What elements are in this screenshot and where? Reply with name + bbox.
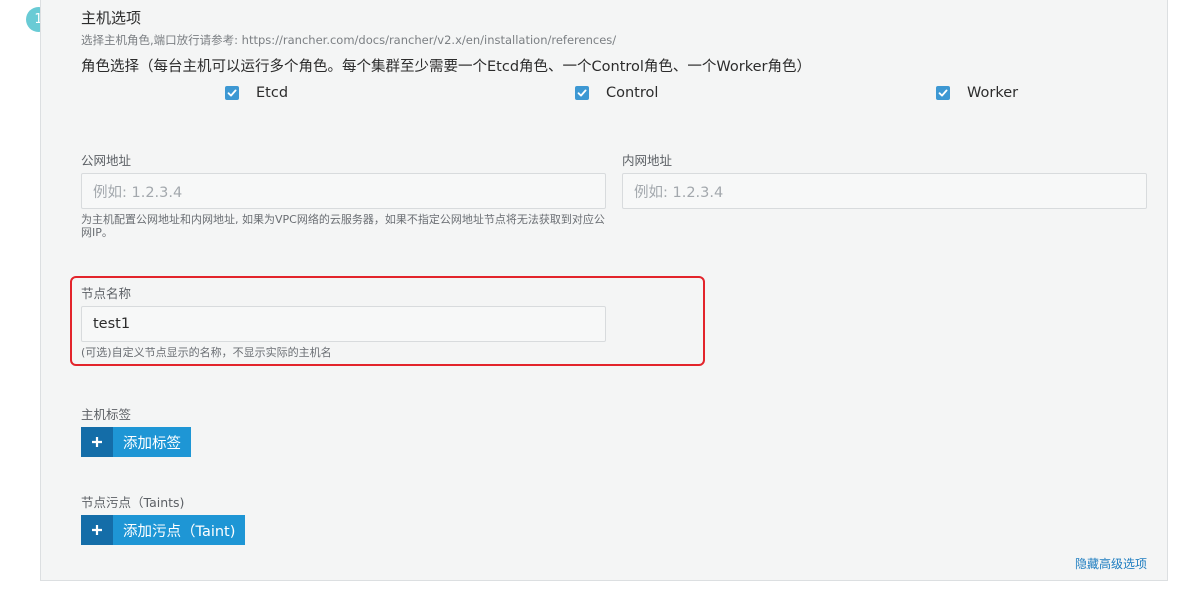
checkbox-checked-icon[interactable] [225,86,239,100]
role-worker-label: Worker [967,85,1019,101]
section-subtitle: 选择主机角色,端口放行请参考: https://rancher.com/docs… [81,33,617,47]
node-name-help: (可选)自定义节点显示的名称，不显示实际的主机名 [81,346,332,359]
public-address-label: 公网地址 [81,153,132,168]
role-etcd-label: Etcd [256,85,289,101]
node-name-label: 节点名称 [81,286,132,301]
checkbox-checked-icon[interactable] [575,86,589,100]
section-title: 主机选项 [81,9,142,27]
taints-label: 节点污点（Taints) [81,495,185,510]
node-name-input[interactable]: test1 [81,306,606,342]
hide-advanced-options-link[interactable]: 隐藏高级选项 [1075,555,1147,572]
role-selection-heading: 角色选择（每台主机可以运行多个角色。每个集群至少需要一个Etcd角色、一个Con… [81,59,812,75]
host-labels-label: 主机标签 [81,407,132,422]
public-address-input[interactable]: 例如: 1.2.3.4 [81,173,606,209]
plus-icon [81,427,113,457]
plus-icon [81,515,113,545]
host-options-page: 1 主机选项 选择主机角色,端口放行请参考: https://rancher.c… [0,0,1201,589]
internal-address-input[interactable]: 例如: 1.2.3.4 [622,173,1147,209]
role-control-checkbox[interactable]: Control [575,85,658,101]
add-taint-button-text: 添加污点（Taint) [123,523,236,540]
internal-address-label: 内网地址 [622,153,673,168]
host-options-panel: 主机选项 选择主机角色,端口放行请参考: https://rancher.com… [40,0,1168,581]
role-worker-checkbox[interactable]: Worker [936,85,1018,101]
public-address-help: 为主机配置公网地址和内网地址, 如果为VPC网络的云服务器，如果不指定公网地址节… [81,213,605,239]
add-label-button-text: 添加标签 [123,435,181,452]
role-control-label: Control [606,85,659,101]
add-taint-button[interactable]: 添加污点（Taint) [81,515,246,545]
checkbox-checked-icon[interactable] [936,86,950,100]
add-label-button[interactable]: 添加标签 [81,427,191,457]
role-etcd-checkbox[interactable]: Etcd [225,85,288,101]
